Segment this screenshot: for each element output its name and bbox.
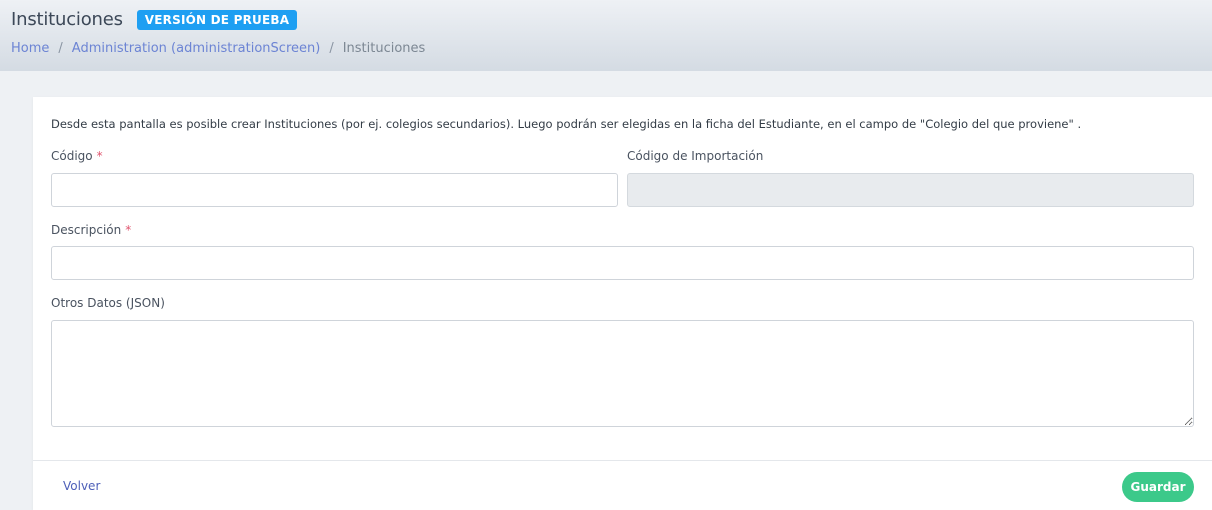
save-button[interactable]: Guardar xyxy=(1122,472,1194,502)
breadcrumb-current: Instituciones xyxy=(342,41,426,56)
intro-text: Desde esta pantalla es posible crear Ins… xyxy=(51,117,1082,131)
page-title: Instituciones xyxy=(11,9,123,30)
codigo-label: Código * xyxy=(51,149,103,163)
descripcion-label-text: Descripción xyxy=(51,223,122,237)
breadcrumb: Home / Administration (administrationScr… xyxy=(11,41,425,56)
page-header: Instituciones VERSIÓN DE PRUEBA Home / A… xyxy=(0,0,1212,71)
breadcrumb-separator: / xyxy=(58,41,63,56)
breadcrumb-administration-link[interactable]: Administration (administrationScreen) xyxy=(72,41,321,56)
codigo-label-text: Código xyxy=(51,149,93,163)
breadcrumb-separator: / xyxy=(329,41,334,56)
otros-datos-textarea[interactable] xyxy=(51,320,1194,427)
codigo-input[interactable] xyxy=(51,173,618,207)
back-link[interactable]: Volver xyxy=(63,479,100,493)
breadcrumb-home-link[interactable]: Home xyxy=(11,41,49,56)
required-mark: * xyxy=(125,223,132,237)
footer-divider xyxy=(33,460,1212,461)
codigo-importacion-input xyxy=(627,173,1194,207)
descripcion-input[interactable] xyxy=(51,246,1194,280)
institution-form-card: Desde esta pantalla es posible crear Ins… xyxy=(33,97,1212,510)
required-mark: * xyxy=(96,149,103,163)
trial-version-badge: VERSIÓN DE PRUEBA xyxy=(136,9,298,30)
descripcion-label: Descripción * xyxy=(51,223,131,237)
otros-datos-label: Otros Datos (JSON) xyxy=(51,296,165,310)
title-row: Instituciones VERSIÓN DE PRUEBA xyxy=(11,9,298,30)
codigo-importacion-label: Código de Importación xyxy=(627,149,764,163)
